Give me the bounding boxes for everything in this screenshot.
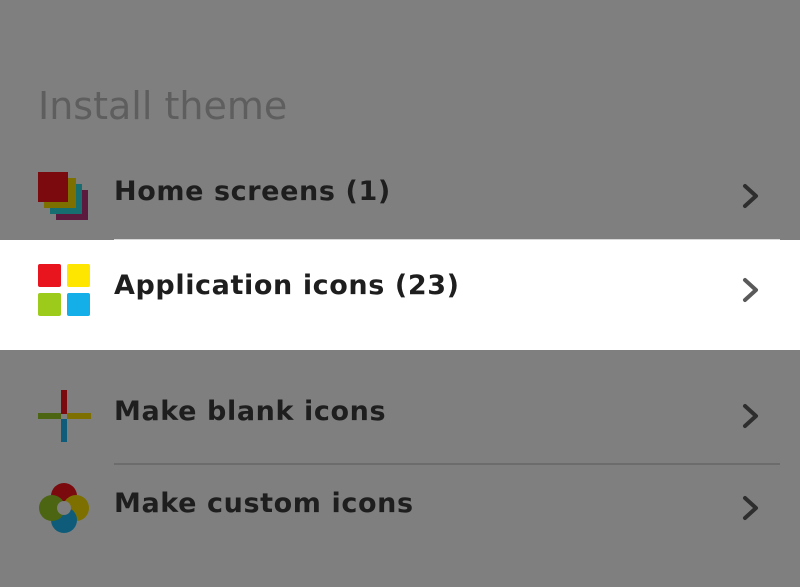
chevron-right-icon <box>743 496 758 520</box>
menu-item-label: Home screens (1) <box>114 176 391 207</box>
menu-item-label: Make blank icons <box>114 396 387 427</box>
menu-item-label: Make custom icons <box>114 488 414 519</box>
four-squares-icon <box>38 264 90 316</box>
plus-cross-icon <box>38 390 91 442</box>
menu-item-label: Application icons (23) <box>114 270 460 301</box>
section-title: Install theme <box>38 84 288 128</box>
install-theme-screen: Install theme Home screens (1) Applicati… <box>0 0 800 587</box>
chevron-right-icon <box>743 184 758 208</box>
chevron-right-icon <box>743 404 758 428</box>
layered-squares-icon <box>38 172 88 220</box>
menu-item-home-screens[interactable]: Home screens (1) <box>0 152 800 240</box>
menu-item-make-custom-icons[interactable]: Make custom icons <box>0 462 800 554</box>
overlapping-circles-icon <box>39 483 89 533</box>
menu-item-application-icons[interactable]: Application icons (23) <box>0 240 800 350</box>
menu-item-make-blank-icons[interactable]: Make blank icons <box>0 370 800 462</box>
chevron-right-icon <box>743 278 758 302</box>
